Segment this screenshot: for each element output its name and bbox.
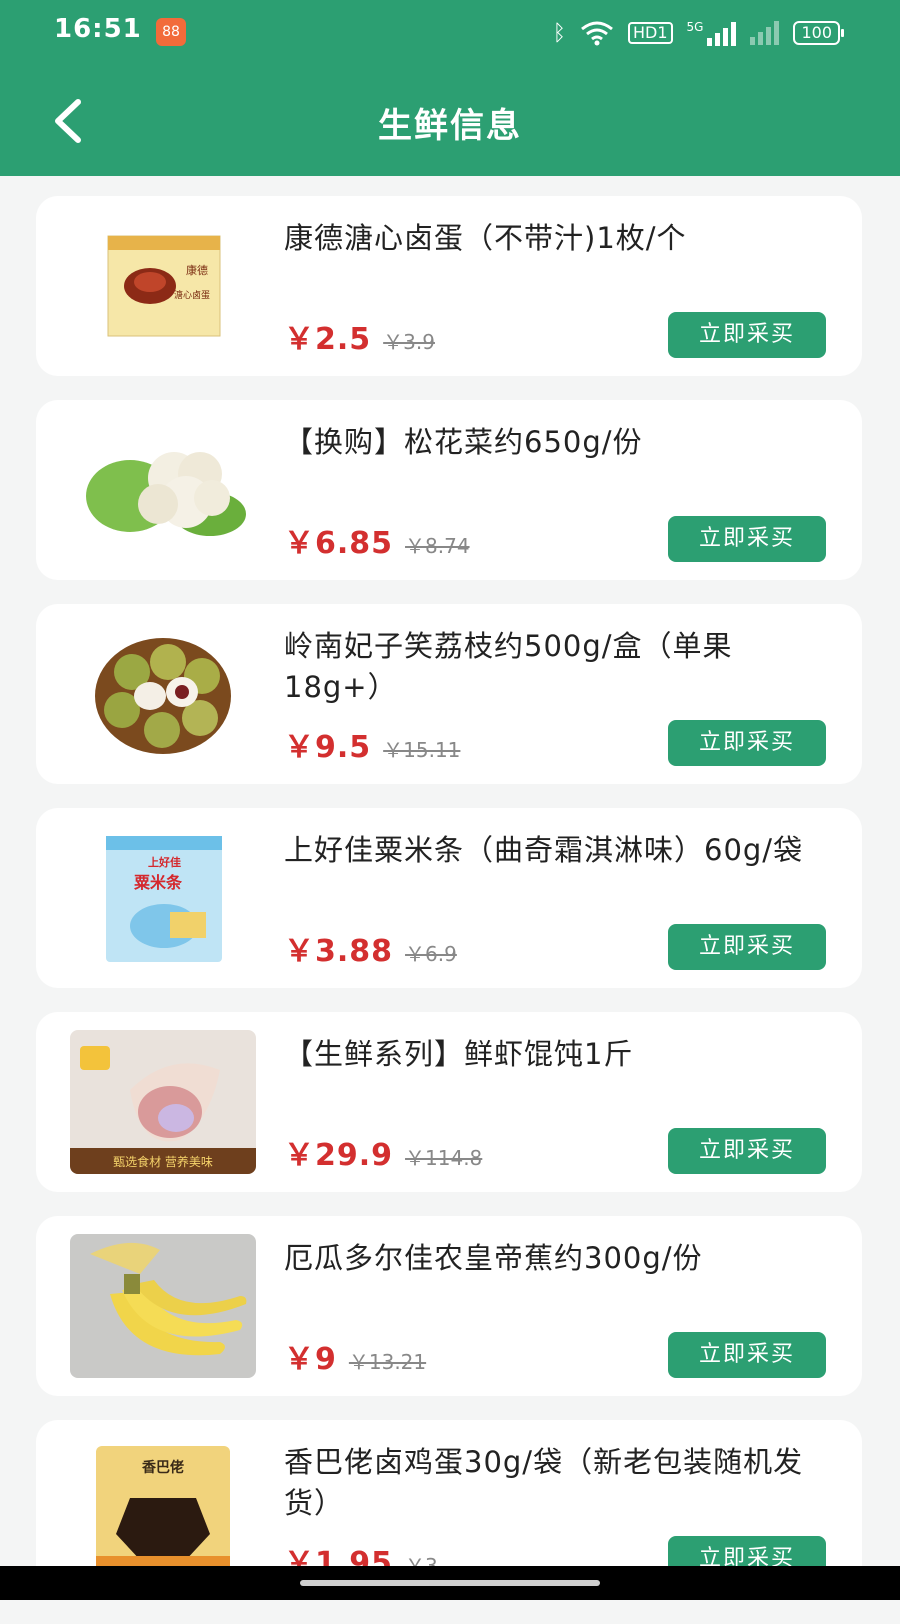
original-price: ￥3.9	[383, 330, 435, 354]
current-price: ￥2.5	[284, 322, 372, 357]
page-title: 生鲜信息	[378, 106, 522, 146]
egg-box-text: 溏心卤蛋	[174, 289, 210, 301]
egg-bag-brand-text: 香巴佬	[141, 1459, 184, 1476]
product-card[interactable]: 上好佳 粟米条 上好佳粟米条（曲奇霜淇淋味）60g/袋 ￥3.88 ￥6.9 立…	[36, 808, 862, 988]
notification-app-icon: 88	[156, 18, 186, 46]
buy-now-button[interactable]: 立即采买	[668, 516, 826, 562]
hd-voice-icon: HD1	[627, 22, 673, 44]
product-name: 【换购】松花菜约650g/份	[284, 425, 643, 459]
signal-secondary-icon	[750, 21, 780, 45]
product-name: 香巴佬卤鸡蛋30g/袋（新老包装随机发货）	[284, 1445, 804, 1520]
status-icons: ᛒ HD1 5G 100	[552, 18, 844, 48]
product-card[interactable]: 甄选食材 营养美味 【生鲜系列】鲜虾馄饨1斤 ￥29.9 ￥114.8 立即采买	[36, 1012, 862, 1192]
product-name: 厄瓜多尔佳农皇帝蕉约300g/份	[284, 1241, 703, 1275]
price-row: ￥3.88 ￥6.9	[284, 926, 457, 970]
original-price: ￥6.9	[405, 942, 457, 966]
battery-icon: 100	[793, 21, 844, 45]
app-header: 16:51 88 ᛒ HD1 5G 100 生鲜信息	[0, 0, 900, 176]
product-card[interactable]: 康德 溏心卤蛋 康德溏心卤蛋（不带汁)1枚/个 ￥2.5 ￥3.9 立即采买	[36, 196, 862, 376]
product-image	[70, 1234, 256, 1378]
home-indicator[interactable]	[300, 1580, 600, 1586]
wifi-icon	[581, 21, 613, 46]
buy-now-button[interactable]: 立即采买	[668, 1332, 826, 1378]
price-row: ￥29.9 ￥114.8	[284, 1130, 482, 1174]
buy-now-button[interactable]: 立即采买	[668, 924, 826, 970]
navigation-bar	[0, 1566, 900, 1600]
price-row: ￥6.85 ￥8.74	[284, 518, 470, 562]
egg-brand-text: 康德	[186, 263, 208, 277]
network-type-label: 5G	[686, 20, 704, 34]
snack-brand-text: 上好佳	[148, 855, 181, 869]
product-name: 上好佳粟米条（曲奇霜淇淋味）60g/袋	[284, 833, 804, 867]
signal-5g-icon: 5G	[687, 20, 737, 46]
price-row: ￥9.5 ￥15.11	[284, 722, 460, 766]
original-price: ￥15.11	[383, 738, 461, 762]
product-image: 上好佳 粟米条	[70, 826, 256, 970]
wonton-banner-text: 甄选食材 营养美味	[113, 1154, 213, 1169]
current-price: ￥29.9	[284, 1138, 394, 1173]
product-image: 香巴佬	[70, 1438, 256, 1582]
product-card[interactable]: 厄瓜多尔佳农皇帝蕉约300g/份 ￥9 ￥13.21 立即采买	[36, 1216, 862, 1396]
buy-now-button[interactable]: 立即采买	[668, 720, 826, 766]
original-price: ￥114.8	[405, 1146, 483, 1170]
product-image: 甄选食材 营养美味	[70, 1030, 256, 1174]
original-price: ￥8.74	[405, 534, 470, 558]
current-price: ￥9	[284, 1342, 337, 1377]
bluetooth-icon: ᛒ	[552, 20, 566, 46]
product-image	[70, 622, 256, 766]
product-card[interactable]: 岭南妃子笑荔枝约500g/盒（单果18g+） ￥9.5 ￥15.11 立即采买	[36, 604, 862, 784]
status-bar: 16:51 88 ᛒ HD1 5G 100	[0, 0, 900, 64]
original-price: ￥13.21	[348, 1350, 427, 1374]
buy-now-button[interactable]: 立即采买	[668, 312, 826, 358]
price-row: ￥9 ￥13.21	[284, 1334, 426, 1378]
product-name: 岭南妃子笑荔枝约500g/盒（单果18g+）	[284, 629, 733, 704]
status-time: 16:51	[54, 14, 142, 44]
product-image: 康德 溏心卤蛋	[70, 214, 256, 358]
product-name: 康德溏心卤蛋（不带汁)1枚/个	[284, 221, 687, 255]
buy-now-button[interactable]: 立即采买	[668, 1128, 826, 1174]
product-list: 康德 溏心卤蛋 康德溏心卤蛋（不带汁)1枚/个 ￥2.5 ￥3.9 立即采买 【	[36, 196, 862, 1624]
snack-name-text: 粟米条	[133, 873, 183, 892]
product-name: 【生鲜系列】鲜虾馄饨1斤	[284, 1037, 634, 1071]
product-card[interactable]: 【换购】松花菜约650g/份 ￥6.85 ￥8.74 立即采买	[36, 400, 862, 580]
price-row: ￥2.5 ￥3.9	[284, 314, 435, 358]
current-price: ￥9.5	[284, 730, 372, 765]
product-image	[70, 418, 256, 562]
current-price: ￥6.85	[284, 526, 394, 561]
current-price: ￥3.88	[284, 934, 394, 969]
